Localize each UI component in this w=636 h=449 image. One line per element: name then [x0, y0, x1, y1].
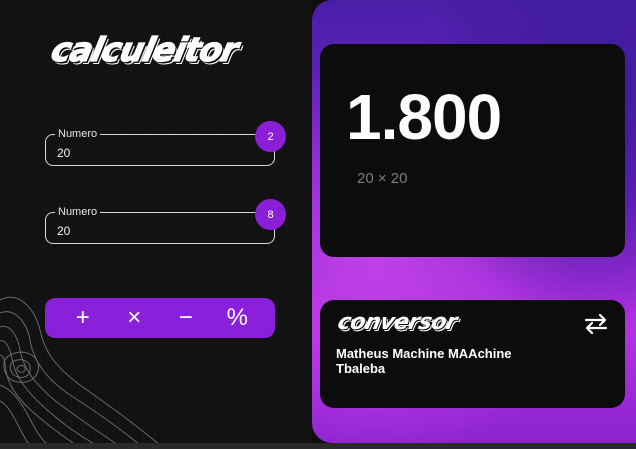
add-button[interactable]: +	[66, 298, 100, 338]
converter-text: Matheus Machine MAAchine Tbaleba	[336, 346, 512, 376]
number-field-2-label: Numero	[55, 205, 101, 219]
multiply-button[interactable]: ×	[117, 298, 151, 338]
app-logo: calculeitor	[47, 29, 242, 69]
number-field-1-badge[interactable]: 2	[255, 121, 286, 152]
number-field-1-label: Numero	[55, 127, 101, 141]
operations-bar: + × − %	[45, 298, 275, 338]
number-field-2-badge[interactable]: 8	[255, 199, 286, 230]
converter-title: conversor	[335, 310, 460, 335]
bottom-border	[0, 443, 636, 449]
swap-arrows-icon[interactable]	[583, 312, 609, 336]
result-value: 1.800	[346, 81, 502, 153]
number-field-1-value[interactable]: 20	[57, 146, 70, 160]
number-field-2-value[interactable]: 20	[57, 224, 70, 238]
percent-button[interactable]: %	[220, 298, 254, 338]
converter-card: conversor Matheus Machine MAAchine Tbale…	[320, 300, 625, 408]
result-expression: 20 × 20	[357, 170, 408, 187]
number-field-2[interactable]: Numero 20 8	[45, 199, 286, 244]
subtract-button[interactable]: −	[169, 298, 203, 338]
number-field-1[interactable]: Numero 20 2	[45, 121, 286, 166]
result-display: 1.800 20 × 20	[320, 44, 625, 257]
